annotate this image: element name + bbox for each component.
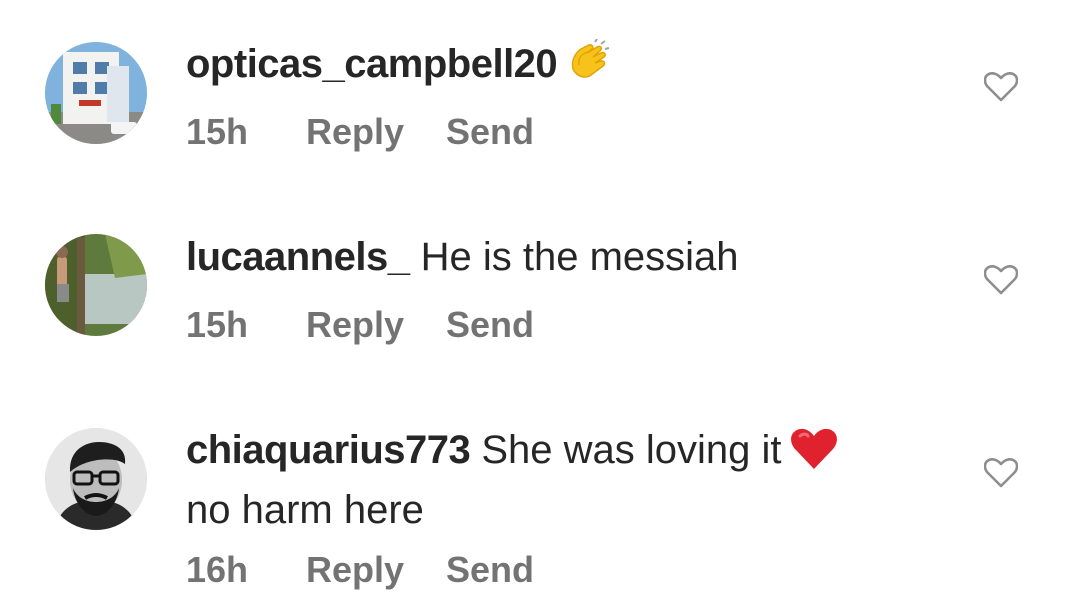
person-photo-icon bbox=[45, 428, 147, 530]
clapping-hands-emoji-icon bbox=[565, 38, 611, 98]
like-heart-icon[interactable] bbox=[984, 265, 1018, 295]
comment-meta: 16h Reply Send bbox=[186, 548, 534, 592]
timestamp: 15h bbox=[186, 304, 249, 345]
comment-text: chiaquarius773 She was loving it no harm… bbox=[186, 424, 946, 536]
send-button[interactable]: Send bbox=[446, 548, 534, 592]
comment-body: She was loving it bbox=[481, 428, 782, 472]
send-button[interactable]: Send bbox=[446, 303, 534, 347]
comment-item: lucaannels_ He is the messiah 15h Reply Se… bbox=[0, 190, 1080, 390]
outdoor-photo-icon bbox=[45, 234, 147, 336]
reply-button[interactable]: Reply bbox=[306, 110, 446, 154]
comment-item: chiaquarius773 She was loving it no harm… bbox=[0, 390, 1080, 609]
avatar[interactable] bbox=[45, 234, 147, 336]
username-link[interactable]: lucaannels_ bbox=[186, 235, 410, 279]
comment-body: He is the messiah bbox=[420, 235, 739, 279]
comment-meta: 15h Reply Send bbox=[186, 303, 534, 347]
reply-button[interactable]: Reply bbox=[306, 303, 446, 347]
avatar[interactable] bbox=[45, 428, 147, 530]
comment-body-line2: no harm here bbox=[186, 488, 424, 532]
comment-meta: 15h Reply Send bbox=[186, 110, 534, 154]
timestamp: 15h bbox=[186, 111, 249, 152]
username-link[interactable]: chiaquarius773 bbox=[186, 428, 471, 472]
comment-item: opticas_campbell20 15h Reply Send bbox=[0, 0, 1080, 190]
username-link[interactable]: opticas_campbell20 bbox=[186, 42, 558, 86]
red-heart-emoji-icon bbox=[790, 427, 838, 484]
comment-text: lucaannels_ He is the messiah bbox=[186, 231, 946, 283]
timestamp: 16h bbox=[186, 549, 249, 590]
like-heart-icon[interactable] bbox=[984, 72, 1018, 102]
avatar[interactable] bbox=[45, 42, 147, 144]
building-photo-icon bbox=[45, 42, 147, 144]
reply-button[interactable]: Reply bbox=[306, 548, 446, 592]
comment-text: opticas_campbell20 bbox=[186, 38, 946, 98]
like-heart-icon[interactable] bbox=[984, 458, 1018, 488]
send-button[interactable]: Send bbox=[446, 110, 534, 154]
